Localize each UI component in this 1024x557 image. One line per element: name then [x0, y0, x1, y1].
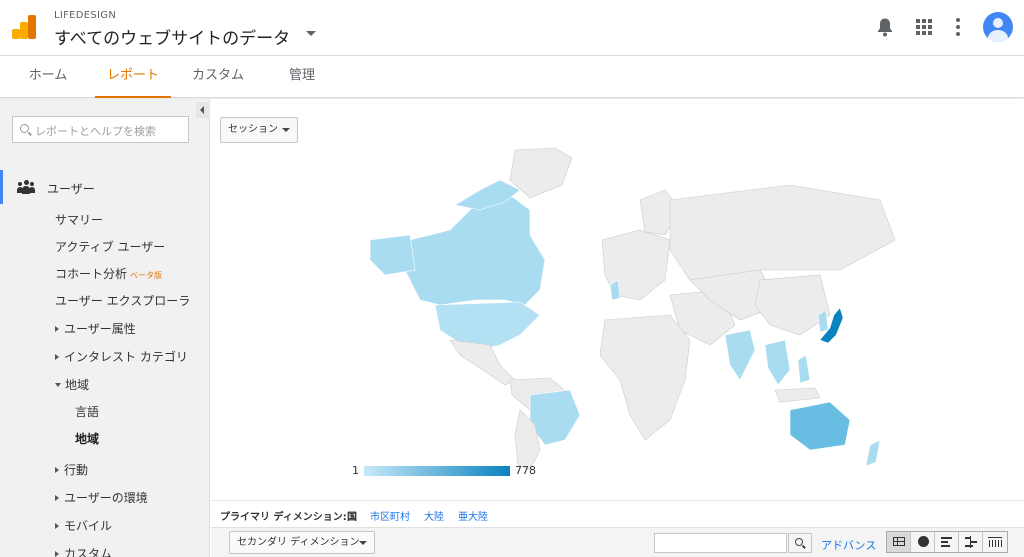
demographics-label: ユーザー属性 [64, 322, 136, 336]
world-map[interactable] [340, 140, 910, 480]
table-filter-input[interactable] [654, 533, 787, 553]
sidebar-item-interests[interactable]: インタレスト カテゴリ [55, 348, 188, 365]
sidebar-item-language[interactable]: 言語 [75, 403, 99, 420]
dimension-continent[interactable]: 大陸 [424, 508, 444, 523]
top-tabs: ホーム レポート カスタム 管理 [0, 56, 1024, 98]
mobile-label: モバイル [64, 519, 113, 533]
property-selector[interactable]: すべてのウェブサイトのデータ [54, 24, 290, 49]
geo-label: 地域 [65, 378, 90, 392]
collapse-arrow-icon [55, 383, 61, 387]
app-header: LIFEDESIGN すべてのウェブサイトのデータ [0, 0, 1024, 56]
tab-admin[interactable]: 管理 [272, 56, 332, 98]
pie-chart-icon[interactable] [911, 532, 935, 552]
table-search-button[interactable] [788, 533, 812, 553]
behavior-label: 行動 [64, 463, 89, 477]
sidebar-item-user-explorer[interactable]: ユーザー エクスプローラ [55, 292, 190, 309]
secondary-dimension-select[interactable]: セカンダリ ディメンション [229, 531, 375, 554]
pivot-view-icon[interactable] [983, 532, 1007, 552]
account-avatar[interactable] [983, 12, 1013, 42]
primary-dimension-label: プライマリ ディメンション: [220, 512, 347, 523]
dimension-country: 国 [347, 512, 357, 523]
map-usa [434, 301, 541, 351]
sidebar-item-location[interactable]: 地域 [75, 430, 99, 447]
expand-arrow-icon [55, 495, 59, 501]
apps-grid-icon[interactable] [916, 19, 932, 35]
sidebar-search-input[interactable]: レポートとヘルプを検索 [12, 116, 189, 143]
tab-customization[interactable]: カスタム [183, 56, 253, 98]
sidebar-item-cohort[interactable]: コホート分析 ベータ版 [55, 265, 162, 282]
map-india [724, 329, 756, 381]
map-africa [599, 314, 691, 441]
sidebar-item-custom[interactable]: カスタム [55, 545, 112, 557]
map-russia [669, 184, 896, 281]
expand-arrow-icon [55, 354, 59, 360]
map-southeast-asia [764, 339, 791, 386]
more-options-icon[interactable] [956, 18, 960, 36]
map-mexico [449, 339, 516, 386]
legend-max: 778 [515, 464, 536, 477]
tab-reports[interactable]: レポート [95, 56, 171, 98]
beta-badge: ベータ版 [130, 271, 163, 280]
users-icon [17, 180, 35, 194]
legend-min: 1 [352, 464, 359, 477]
caret-down-icon[interactable] [306, 31, 316, 36]
view-toggle-group [886, 531, 1008, 553]
interests-label: インタレスト カテゴリ [64, 350, 188, 364]
analytics-logo[interactable] [12, 15, 36, 39]
search-icon [20, 124, 29, 133]
notification-bell-icon[interactable] [876, 17, 894, 37]
search-placeholder: レポートとヘルプを検索 [35, 125, 156, 138]
map-china [754, 274, 831, 336]
collapse-sidebar-button[interactable] [196, 102, 210, 118]
search-icon [795, 538, 803, 546]
legend-gradient [364, 466, 510, 476]
sidebar-item-active-users[interactable]: アクティブ ユーザー [55, 238, 165, 255]
expand-arrow-icon [55, 326, 59, 332]
technology-label: ユーザーの環境 [64, 491, 148, 505]
active-section-indicator [0, 170, 3, 204]
dimension-subcontinent[interactable]: 亜大陸 [458, 508, 488, 523]
sidebar-section-users[interactable]: ユーザー [47, 180, 95, 197]
cohort-label: コホート分析 [55, 267, 128, 281]
sidebar-item-mobile[interactable]: モバイル [55, 517, 112, 534]
sidebar-item-behavior[interactable]: 行動 [55, 461, 88, 478]
sidebar-item-summary[interactable]: サマリー [55, 211, 103, 228]
expand-arrow-icon [55, 523, 59, 529]
advanced-filter-link[interactable]: アドバンス [821, 537, 876, 553]
dimension-city[interactable]: 市区町村 [370, 508, 410, 523]
map-philippines [797, 354, 811, 384]
sidebar-item-demographics[interactable]: ユーザー属性 [55, 320, 136, 337]
bar-chart-icon[interactable] [935, 532, 959, 552]
metric-selector[interactable]: セッション [220, 117, 298, 143]
sidebar-item-geo[interactable]: 地域 [55, 376, 89, 393]
map-new-zealand [865, 439, 881, 467]
map-australia [789, 401, 851, 451]
map-alaska [369, 234, 416, 276]
account-name: LIFEDESIGN [54, 10, 117, 21]
tab-home[interactable]: ホーム [18, 56, 78, 98]
expand-arrow-icon [55, 551, 59, 557]
custom-label: カスタム [64, 547, 113, 557]
expand-arrow-icon [55, 467, 59, 473]
map-canada [404, 194, 546, 306]
map-indonesia [774, 387, 821, 403]
table-view-icon[interactable] [887, 532, 911, 552]
sidebar-item-technology[interactable]: ユーザーの環境 [55, 489, 148, 506]
comparison-view-icon[interactable] [959, 532, 983, 552]
